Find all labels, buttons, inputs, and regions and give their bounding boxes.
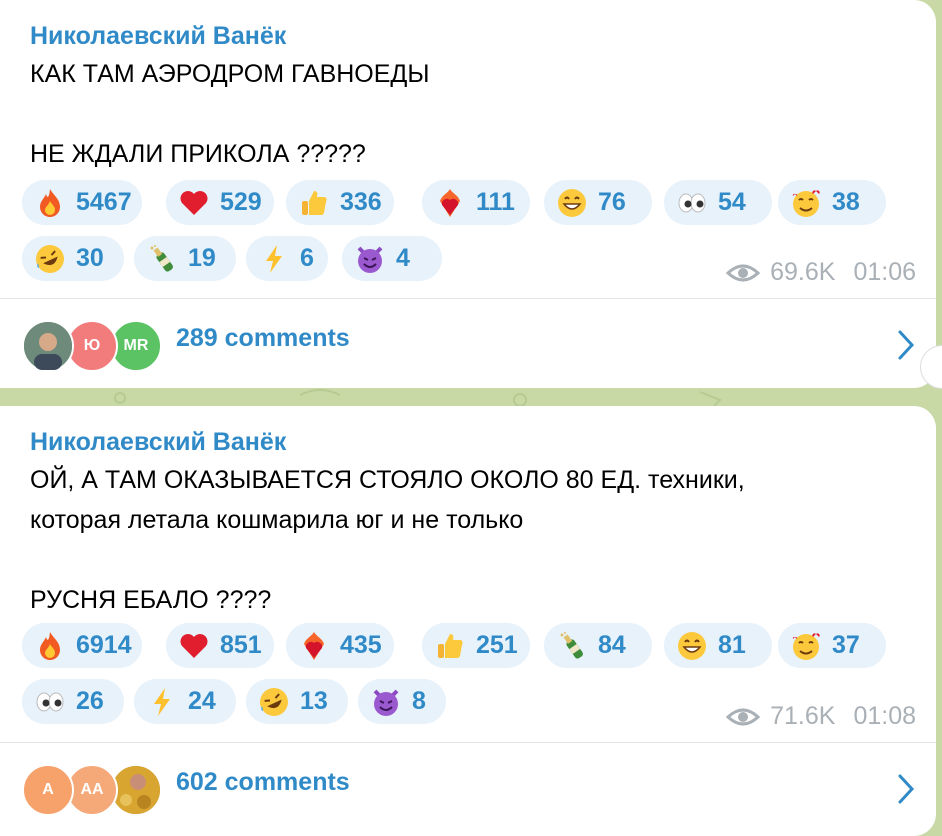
commenter-avatars: Ю MR xyxy=(22,320,162,372)
post-meta: 71.6K 01:08 xyxy=(726,702,916,731)
reaction-count: 851 xyxy=(220,631,262,659)
lightning-emoji xyxy=(258,243,290,275)
reaction-count: 529 xyxy=(220,188,262,216)
channel-post: Николаевский Ванёк КАК ТАМ АЭРОДРОМ ГАВН… xyxy=(0,0,936,388)
reaction-chip[interactable]: 529 xyxy=(166,180,274,225)
reaction-chip[interactable]: 81 xyxy=(664,623,772,668)
post-text: ОЙ, А ТАМ ОКАЗЫВАЕТСЯ СТОЯЛО ОКОЛО 80 ЕД… xyxy=(30,466,745,614)
reaction-count: 30 xyxy=(76,244,104,272)
lightning-emoji xyxy=(146,686,178,718)
champagne-emoji xyxy=(146,243,178,275)
reaction-chip[interactable]: 54 xyxy=(664,180,772,225)
eyes-emoji xyxy=(676,187,708,219)
reaction-count: 336 xyxy=(340,188,382,216)
reaction-count: 76 xyxy=(598,188,626,216)
commenter-avatars: A AA xyxy=(22,764,162,816)
champagne-emoji xyxy=(556,630,588,662)
reaction-count: 6 xyxy=(300,244,314,272)
reaction-chip[interactable]: 435 xyxy=(286,623,394,668)
divider xyxy=(0,298,936,299)
reaction-count: 13 xyxy=(300,687,328,715)
smiling-hearts-emoji xyxy=(790,187,822,219)
post-time: 01:08 xyxy=(853,702,916,730)
post-author[interactable]: Николаевский Ванёк xyxy=(30,22,286,51)
reaction-count: 81 xyxy=(718,631,746,659)
post-author[interactable]: Николаевский Ванёк xyxy=(30,428,286,457)
chevron-right-icon xyxy=(898,774,915,804)
smiling-devil-emoji xyxy=(370,686,402,718)
reaction-count: 37 xyxy=(832,631,860,659)
eyes-emoji xyxy=(34,686,66,718)
reaction-chip[interactable]: 38 xyxy=(778,180,886,225)
reaction-count: 54 xyxy=(718,188,746,216)
comments-count: 602 comments xyxy=(176,768,350,796)
reaction-count: 26 xyxy=(76,687,104,715)
reaction-chip[interactable]: 76 xyxy=(544,180,652,225)
reaction-count: 8 xyxy=(412,687,426,715)
fire-emoji xyxy=(34,187,66,219)
reaction-chip[interactable]: 8 xyxy=(358,679,446,724)
reaction-chip[interactable]: 336 xyxy=(286,180,394,225)
post-meta: 69.6K 01:06 xyxy=(726,258,916,287)
reaction-count: 435 xyxy=(340,631,382,659)
view-count: 69.6K xyxy=(770,258,836,286)
reaction-chip[interactable]: 851 xyxy=(166,623,274,668)
avatar xyxy=(22,320,74,372)
reaction-count: 84 xyxy=(598,631,626,659)
thumbs-up-emoji xyxy=(298,187,330,219)
reaction-count: 251 xyxy=(476,631,518,659)
thumbs-up-emoji xyxy=(434,630,466,662)
channel-post: Николаевский Ванёк ОЙ, А ТАМ ОКАЗЫВАЕТСЯ… xyxy=(0,406,936,836)
user-photo-icon xyxy=(24,322,72,370)
view-count: 71.6K xyxy=(770,702,836,730)
grinning-emoji xyxy=(556,187,588,219)
eye-icon xyxy=(726,708,761,725)
reaction-chip[interactable]: 19 xyxy=(134,236,236,281)
reaction-chip[interactable]: 5467 xyxy=(22,180,142,225)
heart-on-fire-emoji xyxy=(298,630,330,662)
heart-emoji xyxy=(178,187,210,219)
comments-button[interactable]: A AA 602 comments xyxy=(0,752,936,822)
rofl-emoji xyxy=(34,243,66,275)
user-photo-icon xyxy=(112,766,160,814)
avatar: A xyxy=(22,764,74,816)
comments-count: 289 comments xyxy=(176,324,350,352)
reaction-chip[interactable]: 84 xyxy=(544,623,652,668)
divider xyxy=(0,742,936,743)
reaction-chip[interactable]: 37 xyxy=(778,623,886,668)
fire-emoji xyxy=(34,630,66,662)
reaction-chip[interactable]: 26 xyxy=(22,679,124,724)
reaction-count: 5467 xyxy=(76,188,132,216)
reaction-chip[interactable]: 30 xyxy=(22,236,124,281)
heart-emoji xyxy=(178,630,210,662)
reaction-chip[interactable]: 6914 xyxy=(22,623,142,668)
reaction-chip[interactable]: 13 xyxy=(246,679,348,724)
reaction-count: 24 xyxy=(188,687,216,715)
rofl-emoji xyxy=(258,686,290,718)
post-text: КАК ТАМ АЭРОДРОМ ГАВНОЕДЫ НЕ ЖДАЛИ ПРИКО… xyxy=(30,60,430,168)
grinning-emoji xyxy=(676,630,708,662)
reaction-chip[interactable]: 24 xyxy=(134,679,236,724)
heart-on-fire-emoji xyxy=(434,187,466,219)
eye-icon xyxy=(726,264,761,281)
reaction-count: 111 xyxy=(476,188,515,216)
reaction-chip[interactable]: 111 xyxy=(422,180,530,225)
smiling-hearts-emoji xyxy=(790,630,822,662)
reaction-chip[interactable]: 251 xyxy=(422,623,530,668)
reaction-chip[interactable]: 6 xyxy=(246,236,328,281)
comments-button[interactable]: Ю MR 289 comments xyxy=(0,308,936,378)
reaction-count: 19 xyxy=(188,244,216,272)
reaction-count: 4 xyxy=(396,244,410,272)
reaction-count: 38 xyxy=(832,188,860,216)
reaction-chip[interactable]: 4 xyxy=(342,236,442,281)
post-time: 01:06 xyxy=(853,258,916,286)
smiling-devil-emoji xyxy=(354,243,386,275)
chevron-right-icon xyxy=(898,330,915,360)
reaction-count: 6914 xyxy=(76,631,132,659)
